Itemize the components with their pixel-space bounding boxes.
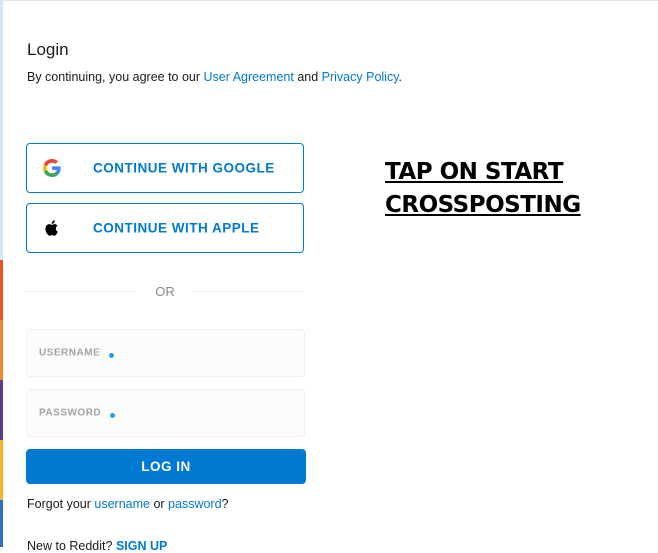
apple-button-label: CONTINUE WITH APPLE xyxy=(93,220,260,236)
password-label: PASSWORD xyxy=(39,407,102,419)
divider-text: OR xyxy=(155,284,175,299)
continue-with-google-button[interactable]: CONTINUE WITH GOOGLE xyxy=(26,143,304,193)
username-required-dot xyxy=(109,353,114,358)
forgot-prefix: Forgot your xyxy=(27,497,95,511)
password-required-dot xyxy=(110,413,115,418)
forgot-or: or xyxy=(149,497,169,511)
forgot-username-link[interactable]: username xyxy=(94,497,150,511)
terms-and: and xyxy=(293,70,322,84)
annotation-line-1: TAP ON START xyxy=(385,159,564,185)
signup-prefix: New to Reddit? xyxy=(27,539,116,553)
apple-icon xyxy=(43,219,61,237)
forgot-password-link[interactable]: password xyxy=(168,497,222,511)
signup-link[interactable]: SIGN UP xyxy=(116,539,167,553)
login-button[interactable]: LOG IN xyxy=(26,449,306,484)
user-agreement-link[interactable]: User Agreement xyxy=(204,70,294,84)
top-border xyxy=(0,0,658,1)
terms-suffix: . xyxy=(398,70,403,84)
annotation-line-2: CROSSPOSTING xyxy=(385,192,581,218)
background-edge xyxy=(0,0,3,547)
google-button-label: CONTINUE WITH GOOGLE xyxy=(93,160,275,176)
password-field[interactable]: PASSWORD xyxy=(26,389,305,437)
terms-prefix: By continuing, you agree to our xyxy=(27,70,204,84)
instruction-annotation: TAP ON START CROSSPOSTING xyxy=(385,156,581,222)
page-title: Login xyxy=(27,40,69,59)
google-icon xyxy=(43,159,61,177)
or-divider: OR xyxy=(26,283,304,301)
privacy-policy-link[interactable]: Privacy Policy xyxy=(322,70,399,84)
forgot-suffix: ? xyxy=(221,497,229,511)
username-label: USERNAME xyxy=(39,347,101,359)
forgot-credentials: Forgot your username or password? xyxy=(27,497,229,511)
terms-text: By continuing, you agree to our User Agr… xyxy=(27,70,402,84)
continue-with-apple-button[interactable]: CONTINUE WITH APPLE xyxy=(26,203,304,253)
signup-prompt: New to Reddit? SIGN UP xyxy=(27,539,167,553)
username-field[interactable]: USERNAME xyxy=(26,329,305,377)
